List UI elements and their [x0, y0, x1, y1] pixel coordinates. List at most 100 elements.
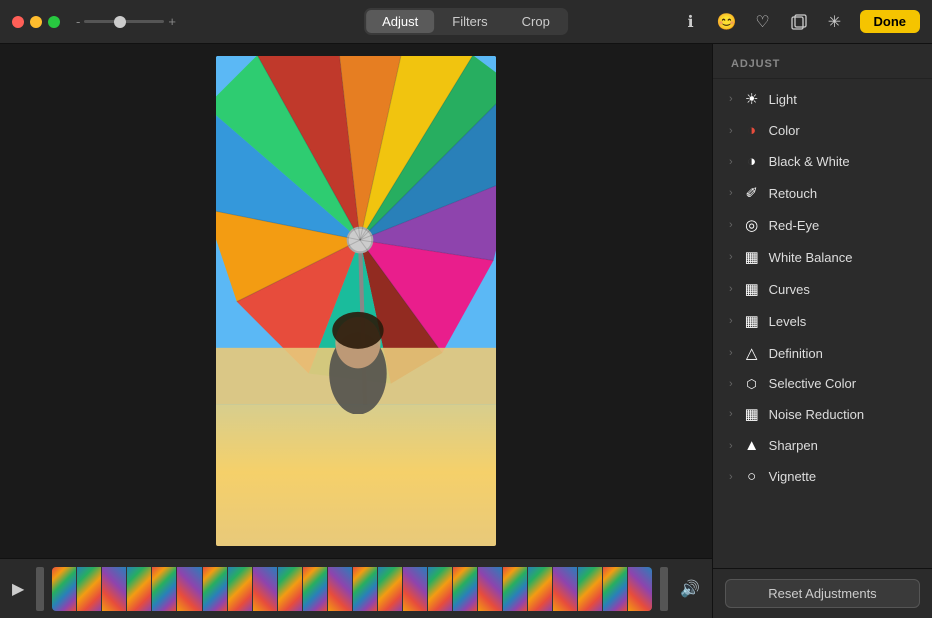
chevron-icon: ›: [729, 408, 733, 420]
filmstrip-handle-left[interactable]: [36, 567, 44, 611]
filmstrip[interactable]: [52, 567, 652, 611]
toolbar-right: ℹ 😊 ♡ ✳ Done: [680, 10, 921, 33]
tab-crop[interactable]: Crop: [506, 10, 566, 33]
filmstrip-handle-right[interactable]: [660, 567, 668, 611]
filmstrip-frame: [353, 567, 377, 611]
adjust-item-light[interactable]: › ☀ Light: [713, 83, 932, 115]
adjust-item-curves[interactable]: › ▦ Curves: [713, 273, 932, 305]
photo-viewer: [0, 44, 712, 558]
photo-area: ▶: [0, 44, 712, 618]
adjust-item-bw[interactable]: › ◑ Black & White: [713, 146, 932, 177]
zoom-slider-thumb[interactable]: [114, 16, 126, 28]
umbrella-svg: [216, 56, 496, 414]
light-icon: ☀: [743, 90, 761, 108]
chevron-icon: ›: [729, 471, 733, 483]
adjust-item-selective-color[interactable]: › ⬡ Selective Color: [713, 369, 932, 398]
chevron-icon: ›: [729, 156, 733, 168]
filmstrip-frame: [303, 567, 327, 611]
maximize-button[interactable]: [48, 16, 60, 28]
adjust-item-definition[interactable]: › △ Definition: [713, 337, 932, 369]
curves-icon: ▦: [743, 280, 761, 298]
chevron-icon: ›: [729, 378, 733, 390]
heart-button[interactable]: ♡: [752, 11, 774, 33]
magic-button[interactable]: ✳: [824, 11, 846, 33]
adjust-item-sharpen[interactable]: › ▲ Sharpen: [713, 430, 932, 461]
filmstrip-frame: [378, 567, 402, 611]
chevron-icon: ›: [729, 187, 733, 199]
main-content: ▶: [0, 44, 932, 618]
zoom-slider-area: - +: [76, 14, 176, 29]
redeye-icon: ◎: [743, 216, 761, 234]
filmstrip-frame: [453, 567, 477, 611]
chevron-icon: ›: [729, 347, 733, 359]
play-button[interactable]: ▶: [8, 575, 28, 603]
filmstrip-frame: [253, 567, 277, 611]
adjust-item-redeye[interactable]: › ◎ Red-Eye: [713, 209, 932, 241]
view-tabs: Adjust Filters Crop: [364, 8, 568, 35]
adjust-label-levels: Levels: [769, 314, 807, 329]
chevron-icon: ›: [729, 283, 733, 295]
filmstrip-frames: [52, 567, 652, 611]
filmstrip-bar: ▶: [0, 558, 712, 618]
definition-icon: △: [743, 344, 761, 362]
filmstrip-frame: [77, 567, 101, 611]
adjust-label-wb: White Balance: [769, 250, 853, 265]
adjust-list: › ☀ Light › ◑ Color › ◑ Black & White › …: [713, 79, 932, 568]
levels-icon: ▦: [743, 312, 761, 330]
filmstrip-frame: [403, 567, 427, 611]
reset-adjustments-button[interactable]: Reset Adjustments: [725, 579, 920, 608]
zoom-minus-label: -: [76, 14, 80, 29]
adjust-label-sharpen: Sharpen: [769, 438, 818, 453]
panel-bottom: Reset Adjustments: [713, 568, 932, 618]
filmstrip-frame: [503, 567, 527, 611]
noise-icon: ▦: [743, 405, 761, 423]
adjust-label-curves: Curves: [769, 282, 810, 297]
info-button[interactable]: ℹ: [680, 11, 702, 33]
sharpen-icon: ▲: [743, 437, 761, 454]
filmstrip-frame: [203, 567, 227, 611]
right-panel: ADJUST › ☀ Light › ◑ Color › ◑ Black & W…: [712, 44, 932, 618]
zoom-slider-track[interactable]: [84, 20, 164, 23]
adjust-item-levels[interactable]: › ▦ Levels: [713, 305, 932, 337]
chevron-icon: ›: [729, 251, 733, 263]
bw-icon: ◑: [743, 153, 761, 170]
filmstrip-frame: [553, 567, 577, 611]
tab-adjust[interactable]: Adjust: [366, 10, 434, 33]
done-button[interactable]: Done: [860, 10, 921, 33]
face-button[interactable]: 😊: [716, 11, 738, 33]
volume-button[interactable]: 🔊: [676, 575, 704, 603]
adjust-label-color: Color: [769, 123, 800, 138]
duplicate-button[interactable]: [788, 11, 810, 33]
wb-icon: ▦: [743, 248, 761, 266]
adjust-item-noise[interactable]: › ▦ Noise Reduction: [713, 398, 932, 430]
adjust-item-retouch[interactable]: › ✐ Retouch: [713, 177, 932, 209]
filmstrip-frame: [228, 567, 252, 611]
close-button[interactable]: [12, 16, 24, 28]
vignette-icon: ○: [743, 468, 761, 485]
chevron-icon: ›: [729, 315, 733, 327]
chevron-icon: ›: [729, 219, 733, 231]
adjust-item-color[interactable]: › ◑ Color: [713, 115, 932, 146]
adjust-item-wb[interactable]: › ▦ White Balance: [713, 241, 932, 273]
adjust-label-definition: Definition: [769, 346, 823, 361]
adjust-label-retouch: Retouch: [769, 186, 817, 201]
zoom-plus-label: +: [168, 14, 176, 29]
adjust-label-noise: Noise Reduction: [769, 407, 864, 422]
filmstrip-frame: [177, 567, 201, 611]
minimize-button[interactable]: [30, 16, 42, 28]
filmstrip-frame: [52, 567, 76, 611]
filmstrip-frame: [278, 567, 302, 611]
adjust-item-vignette[interactable]: › ○ Vignette: [713, 461, 932, 492]
tab-filters[interactable]: Filters: [436, 10, 503, 33]
filmstrip-frame: [478, 567, 502, 611]
filmstrip-frame: [127, 567, 151, 611]
selective-color-icon: ⬡: [743, 377, 761, 391]
adjust-label-redeye: Red-Eye: [769, 218, 820, 233]
adjust-label-light: Light: [769, 92, 797, 107]
filmstrip-frame: [102, 567, 126, 611]
chevron-icon: ›: [729, 125, 733, 137]
filmstrip-frame: [428, 567, 452, 611]
adjust-label-selective-color: Selective Color: [769, 376, 856, 391]
adjust-label-bw: Black & White: [769, 154, 850, 169]
retouch-icon: ✐: [743, 184, 761, 202]
